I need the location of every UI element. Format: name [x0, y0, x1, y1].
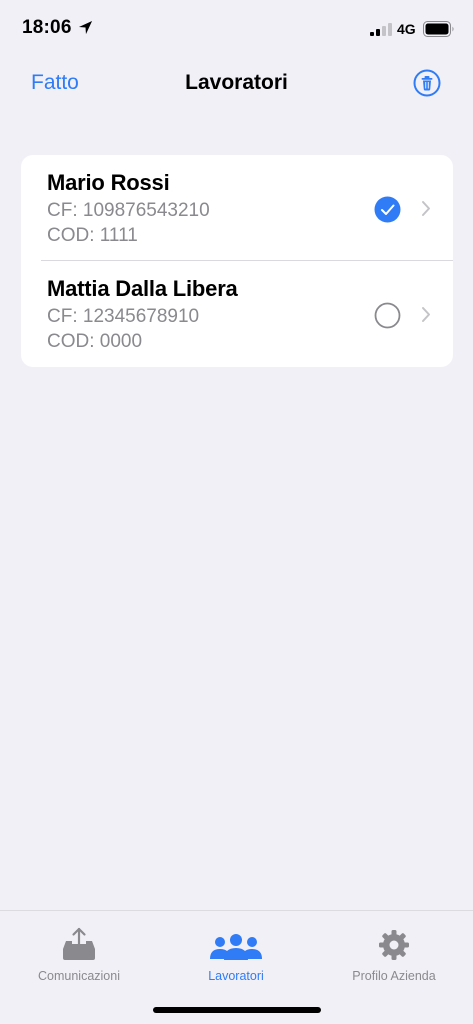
- list-item[interactable]: Mattia Dalla Libera CF: 12345678910 COD:…: [21, 261, 453, 367]
- tab-profilo-azienda[interactable]: Profilo Azienda: [324, 925, 464, 983]
- worker-cf: CF: 12345678910: [47, 306, 200, 327]
- tab-lavoratori[interactable]: Lavoratori: [166, 925, 306, 983]
- list-item[interactable]: Mario Rossi CF: 109876543210 COD: 1111: [21, 155, 453, 261]
- worker-name: Mattia Dalla Libera: [47, 276, 238, 301]
- tab-label: Profilo Azienda: [352, 969, 436, 983]
- tab-label: Comunicazioni: [38, 969, 120, 983]
- people-group-icon: [210, 934, 262, 960]
- home-indicator[interactable]: [153, 1007, 321, 1013]
- battery-icon: [423, 21, 454, 37]
- tray-upload-icon: [63, 927, 95, 960]
- chevron-right-icon: [422, 201, 430, 216]
- worker-cf: CF: 109876543210: [47, 200, 210, 221]
- tab-label: Lavoratori: [208, 969, 264, 983]
- location-arrow-icon: [78, 20, 93, 35]
- trash-icon[interactable]: [413, 69, 441, 97]
- chevron-right-icon: [422, 307, 430, 322]
- status-time: 18:06: [22, 17, 72, 38]
- workers-list: Mario Rossi CF: 109876543210 COD: 1111 M…: [21, 155, 453, 367]
- tab-comunicazioni[interactable]: Comunicazioni: [9, 925, 149, 983]
- circle-unselected-icon[interactable]: [374, 302, 401, 329]
- worker-cod: COD: 0000: [47, 331, 143, 352]
- worker-name: Mario Rossi: [47, 170, 170, 195]
- signal-bars-icon: [370, 23, 392, 36]
- worker-cod: COD: 1111: [47, 225, 138, 246]
- gear-icon: [379, 930, 409, 960]
- status-bar: 18:06 4G: [0, 0, 473, 58]
- checkmark-selected-icon[interactable]: [374, 196, 401, 223]
- page-title: Lavoratori: [185, 71, 288, 94]
- network-type: 4G: [397, 21, 416, 37]
